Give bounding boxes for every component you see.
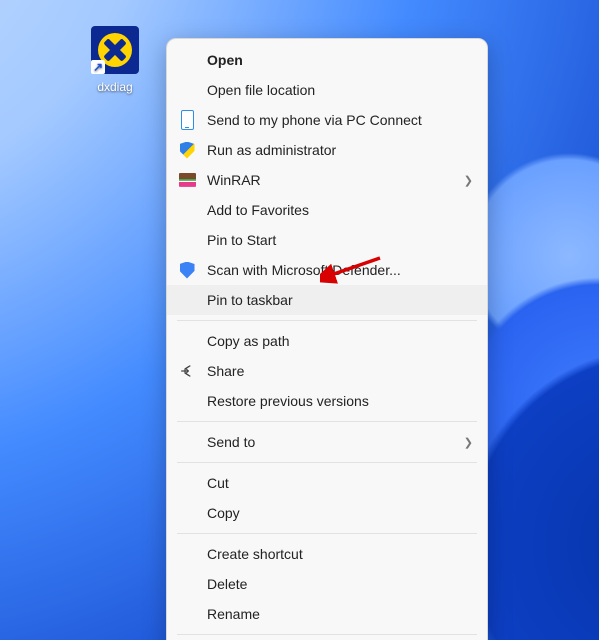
menu-copy-as-path[interactable]: Copy as path — [167, 326, 487, 356]
menu-label: Cut — [207, 475, 473, 491]
menu-send-to-phone[interactable]: Send to my phone via PC Connect — [167, 105, 487, 135]
menu-label: Send to — [207, 434, 464, 450]
desktop-shortcut-dxdiag[interactable]: ↗ dxdiag — [78, 26, 152, 94]
menu-separator — [177, 462, 477, 463]
menu-scan-defender[interactable]: Scan with Microsoft Defender... — [167, 255, 487, 285]
context-menu: Open Open file location Send to my phone… — [166, 38, 488, 640]
menu-label: Share — [207, 363, 473, 379]
winrar-icon — [179, 173, 196, 187]
menu-label: Send to my phone via PC Connect — [207, 112, 473, 128]
menu-label: WinRAR — [207, 172, 464, 188]
menu-send-to[interactable]: Send to ❯ — [167, 427, 487, 457]
menu-label: Pin to Start — [207, 232, 473, 248]
menu-label: Create shortcut — [207, 546, 473, 562]
menu-separator — [177, 634, 477, 635]
menu-pin-to-start[interactable]: Pin to Start — [167, 225, 487, 255]
menu-separator — [177, 421, 477, 422]
menu-separator — [177, 533, 477, 534]
share-icon — [179, 363, 195, 379]
shortcut-overlay-icon: ↗ — [91, 60, 105, 74]
menu-add-to-favorites[interactable]: Add to Favorites — [167, 195, 487, 225]
menu-restore-previous-versions[interactable]: Restore previous versions — [167, 386, 487, 416]
menu-label: Delete — [207, 576, 473, 592]
menu-winrar[interactable]: WinRAR ❯ — [167, 165, 487, 195]
menu-copy[interactable]: Copy — [167, 498, 487, 528]
menu-label: Open — [207, 52, 473, 68]
menu-create-shortcut[interactable]: Create shortcut — [167, 539, 487, 569]
menu-label: Open file location — [207, 82, 473, 98]
menu-cut[interactable]: Cut — [167, 468, 487, 498]
menu-pin-to-taskbar[interactable]: Pin to taskbar — [167, 285, 487, 315]
admin-shield-icon — [180, 142, 195, 159]
menu-label: Rename — [207, 606, 473, 622]
menu-separator — [177, 320, 477, 321]
phone-icon — [181, 110, 194, 130]
menu-run-as-administrator[interactable]: Run as administrator — [167, 135, 487, 165]
defender-shield-icon — [180, 262, 195, 279]
menu-label: Restore previous versions — [207, 393, 473, 409]
menu-label: Pin to taskbar — [207, 292, 473, 308]
menu-label: Scan with Microsoft Defender... — [207, 262, 473, 278]
dxdiag-icon: ↗ — [91, 26, 139, 74]
desktop-icon-label: dxdiag — [78, 80, 152, 94]
menu-open-file-location[interactable]: Open file location — [167, 75, 487, 105]
menu-open[interactable]: Open — [167, 45, 487, 75]
menu-rename[interactable]: Rename — [167, 599, 487, 629]
menu-delete[interactable]: Delete — [167, 569, 487, 599]
menu-share[interactable]: Share — [167, 356, 487, 386]
menu-label: Run as administrator — [207, 142, 473, 158]
menu-label: Copy as path — [207, 333, 473, 349]
menu-label: Copy — [207, 505, 473, 521]
menu-label: Add to Favorites — [207, 202, 473, 218]
chevron-right-icon: ❯ — [464, 436, 473, 449]
chevron-right-icon: ❯ — [464, 174, 473, 187]
